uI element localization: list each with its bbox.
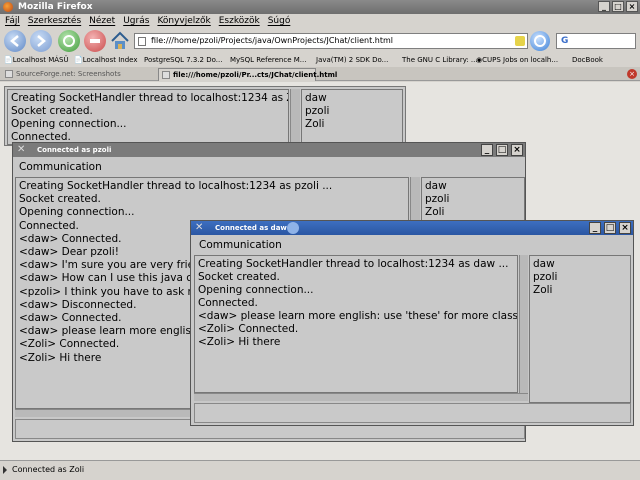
- communication-label: Communication: [19, 161, 102, 173]
- message-area[interactable]: Creating SocketHandler thread to localho…: [7, 89, 289, 145]
- url-field[interactable]: file:///home/pzoli/Projects/java/OwnProj…: [134, 33, 528, 49]
- horizontal-scrollbar[interactable]: [194, 393, 528, 401]
- window-title: Connected as pzoli: [37, 146, 112, 154]
- menu-bookmarks[interactable]: Könyvjelzők: [157, 14, 210, 28]
- maximize-icon[interactable]: □: [604, 222, 616, 234]
- reload-icon: [63, 35, 75, 47]
- page-icon: [138, 37, 146, 46]
- forward-arrow-icon: [37, 35, 46, 47]
- activity-throbber: [530, 31, 550, 51]
- user-list[interactable]: daw pzoli Zoli: [529, 255, 631, 403]
- home-icon: [111, 31, 129, 49]
- status-bar: Connected as Zoli: [0, 460, 640, 480]
- window-titlebar[interactable]: ✕ Connected as daw _ □ ×: [191, 221, 633, 235]
- bookmark-item[interactable]: 📄 Localhost MÁSÜ: [4, 54, 69, 67]
- menu-tools[interactable]: Eszközök: [219, 14, 260, 28]
- close-tab-icon[interactable]: ×: [627, 69, 637, 79]
- tab-favicon-icon: [162, 71, 170, 79]
- menu-view[interactable]: Nézet: [89, 14, 115, 28]
- browser-titlebar: Mozilla Firefox _ □ ×: [0, 0, 640, 14]
- home-button[interactable]: [109, 30, 131, 52]
- reload-button[interactable]: [58, 30, 80, 52]
- maximize-icon[interactable]: □: [496, 144, 508, 156]
- minimize-icon[interactable]: _: [481, 144, 493, 156]
- vertical-scrollbar[interactable]: [290, 89, 300, 145]
- minimize-icon[interactable]: _: [589, 222, 601, 234]
- maximize-icon[interactable]: □: [612, 1, 624, 12]
- go-icon[interactable]: [515, 36, 525, 46]
- minimize-icon[interactable]: _: [598, 1, 610, 12]
- x-logo-icon: ✕: [195, 222, 204, 233]
- window-titlebar[interactable]: ✕ Connected as pzoli _ □ ×: [13, 143, 525, 157]
- menu-go[interactable]: Ugrás: [123, 14, 149, 28]
- bookmarks-toolbar: 📄 Localhost MÁSÜ 📄 Localhost Index Postg…: [0, 54, 640, 67]
- tab-bar: SourceForge.net: Screenshots file:///hom…: [0, 67, 640, 81]
- back-arrow-icon: [10, 35, 19, 47]
- bookmark-item[interactable]: 📄 Localhost Index: [74, 54, 137, 67]
- navigation-toolbar: file:///home/pzoli/Projects/java/OwnProj…: [0, 28, 640, 54]
- tab-favicon-icon: [5, 70, 13, 78]
- stop-icon: [90, 39, 100, 43]
- browser-title: Mozilla Firefox: [18, 2, 93, 12]
- stop-button[interactable]: [84, 30, 106, 52]
- menubar: Fájl Szerkesztés Nézet Ugrás Könyvjelzők…: [0, 14, 640, 28]
- window-title: Connected as daw: [215, 224, 287, 232]
- tab-sourceforge[interactable]: SourceForge.net: Screenshots: [2, 68, 158, 81]
- window-controls: _ □ ×: [598, 1, 638, 12]
- close-icon[interactable]: ×: [619, 222, 631, 234]
- chat-window-daw: ✕ Connected as daw _ □ × Communication C…: [190, 220, 634, 426]
- menu-file[interactable]: Fájl: [5, 14, 20, 28]
- close-icon[interactable]: ×: [626, 1, 638, 12]
- firefox-icon: [3, 2, 13, 12]
- applet-zoli: Creating SocketHandler thread to localho…: [4, 86, 406, 146]
- vertical-scrollbar[interactable]: [519, 255, 528, 393]
- status-text: Connected as Zoli: [12, 465, 85, 474]
- url-text: file:///home/pzoli/Projects/java/OwnProj…: [151, 36, 393, 45]
- throbber-icon: [534, 35, 546, 47]
- close-icon[interactable]: ×: [511, 144, 523, 156]
- message-area[interactable]: Creating SocketHandler thread to localho…: [194, 255, 518, 393]
- forward-button[interactable]: [30, 30, 52, 52]
- x-logo-icon: ✕: [17, 144, 26, 155]
- menu-help[interactable]: Súgó: [268, 14, 291, 28]
- message-input[interactable]: [194, 403, 631, 423]
- search-input[interactable]: G: [556, 33, 636, 49]
- user-list[interactable]: daw pzoli Zoli: [301, 89, 403, 145]
- menu-edit[interactable]: Szerkesztés: [28, 14, 81, 28]
- tab-client-html[interactable]: file:///home/pzoli/Pr...cts/JChat/client…: [158, 68, 337, 81]
- back-button[interactable]: [4, 30, 26, 52]
- communication-label: Communication: [199, 239, 282, 251]
- java-logo-icon: [287, 222, 299, 234]
- bookmark-item[interactable]: ◉ CUPS Jobs on localh...: [476, 54, 558, 67]
- search-engine-icon: G: [561, 36, 569, 46]
- sidebar-toggle-icon[interactable]: [3, 466, 7, 474]
